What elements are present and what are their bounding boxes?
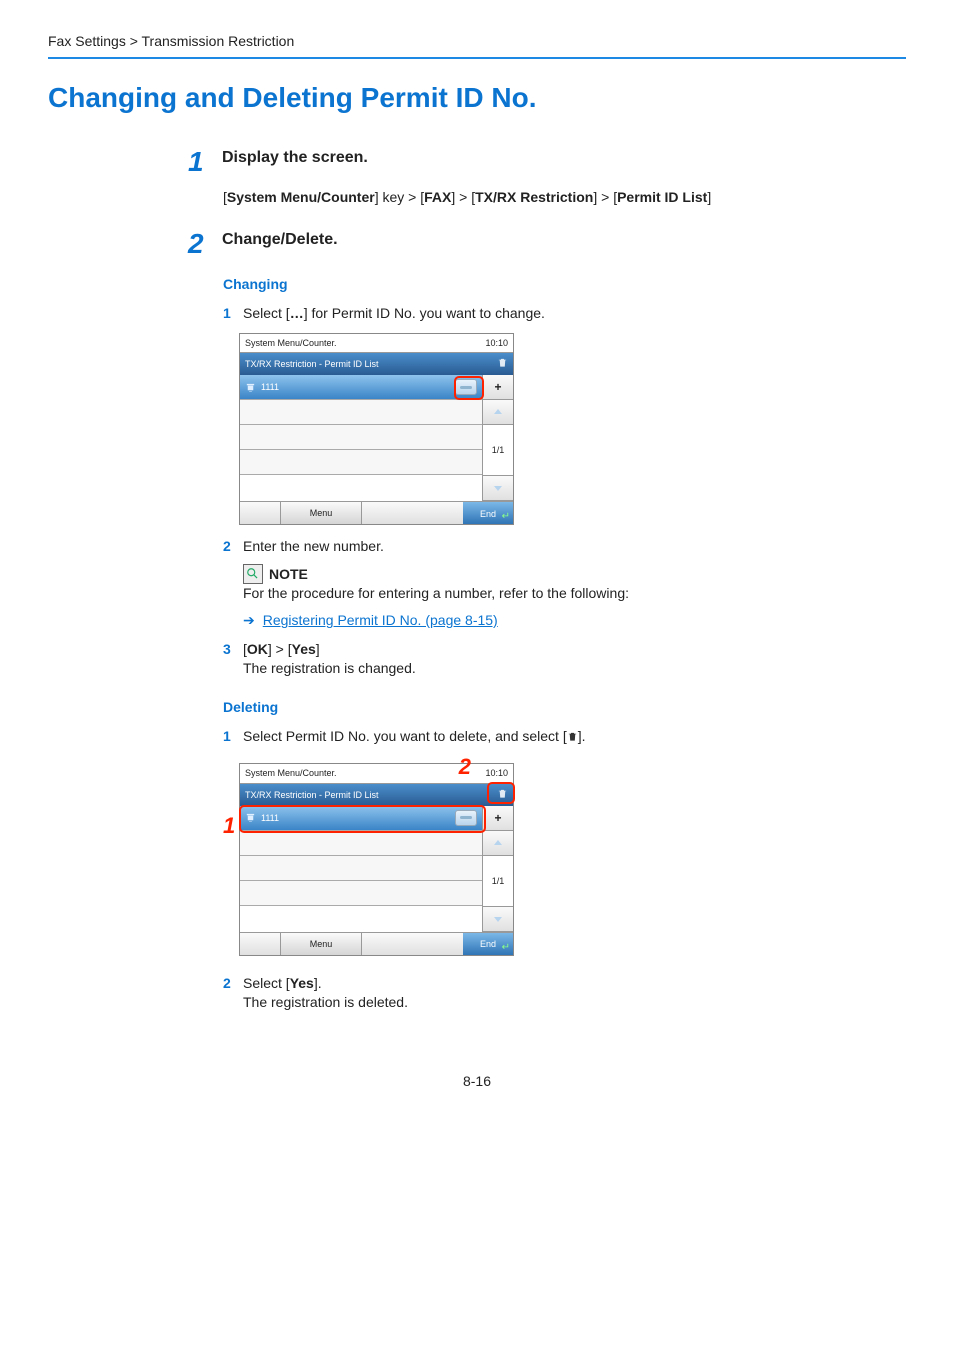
phone-icon	[245, 812, 256, 823]
page-number: 8-16	[48, 1072, 906, 1091]
deleting-sub-2-text: Select [Yes]. The registration is delete…	[243, 974, 408, 1012]
breadcrumb: Fax Settings > Transmission Restriction	[48, 32, 906, 59]
end-button[interactable]: End ↵	[463, 933, 513, 955]
scroll-up-button[interactable]	[483, 831, 513, 856]
deleting-heading: Deleting	[223, 698, 906, 717]
page-title: Changing and Deleting Permit ID No.	[48, 79, 906, 117]
nav-path: [System Menu/Counter] key > [FAX] > [TX/…	[223, 188, 906, 207]
scroll-down-button[interactable]	[483, 476, 513, 501]
reference-link[interactable]: Registering Permit ID No. (page 8-15)	[263, 611, 498, 630]
deleting-sub-1-num: 1	[223, 727, 243, 748]
note-icon	[243, 564, 263, 584]
ellipsis-button[interactable]	[455, 810, 477, 826]
step-number-1: 1	[188, 143, 222, 181]
trash-icon[interactable]	[497, 787, 508, 803]
scroll-up-button[interactable]	[483, 400, 513, 425]
phone-icon	[245, 382, 256, 393]
callout-1: 1	[223, 815, 235, 837]
changing-heading: Changing	[223, 275, 906, 294]
changing-sub-3-num: 3	[223, 640, 243, 678]
add-button[interactable]: +	[483, 375, 513, 400]
ss-time: 10:10	[485, 337, 508, 349]
callout-2: 2	[459, 756, 471, 778]
deleting-sub-1-text: Select Permit ID No. you want to delete,…	[243, 727, 586, 748]
reference-arrow-icon: ➔	[243, 611, 255, 630]
changing-sub-1-text: Select […] for Permit ID No. you want to…	[243, 304, 545, 323]
screenshot-changing: System Menu/Counter. 10:10 TX/RX Restric…	[239, 333, 514, 525]
ss-title: System Menu/Counter.	[245, 767, 337, 779]
list-item-empty	[240, 400, 482, 425]
ss-title: System Menu/Counter.	[245, 337, 337, 349]
list-item-label: 1111	[261, 381, 279, 393]
end-button[interactable]: End ↵	[463, 502, 513, 524]
list-item-label: 1111	[261, 812, 279, 824]
changing-sub-1-num: 1	[223, 304, 243, 323]
scroll-down-button[interactable]	[483, 907, 513, 932]
note-label: NOTE	[269, 565, 308, 584]
ss-header-text: TX/RX Restriction - Permit ID List	[245, 789, 379, 801]
list-item-empty	[240, 425, 482, 450]
add-button[interactable]: +	[483, 806, 513, 831]
step-number-2: 2	[188, 225, 222, 263]
list-item[interactable]: 1111	[240, 806, 482, 831]
changing-sub-3-text: [OK] > [Yes] The registration is changed…	[243, 640, 416, 678]
list-item[interactable]: 1111	[240, 375, 482, 400]
changing-sub-2-num: 2	[223, 537, 243, 556]
page-indicator: 1/1	[483, 425, 513, 476]
list-item-empty	[240, 856, 482, 881]
menu-button[interactable]: Menu	[281, 502, 362, 524]
ss-time: 10:10	[485, 767, 508, 779]
menu-button[interactable]: Menu	[281, 933, 362, 955]
page-indicator: 1/1	[483, 856, 513, 907]
changing-sub-2-text: Enter the new number.	[243, 537, 384, 556]
list-item-empty	[240, 831, 482, 856]
trash-icon[interactable]	[497, 356, 508, 372]
step-1-title: Display the screen.	[222, 147, 368, 169]
enter-icon: ↵	[502, 943, 510, 953]
enter-icon: ↵	[502, 512, 510, 522]
trash-icon	[567, 729, 578, 748]
ss-header-text: TX/RX Restriction - Permit ID List	[245, 358, 379, 370]
deleting-sub-2-num: 2	[223, 974, 243, 1012]
list-item-empty	[240, 881, 482, 906]
screenshot-deleting: 2 System Menu/Counter. 10:10 TX/RX Restr…	[239, 763, 514, 955]
ellipsis-button[interactable]	[455, 379, 477, 395]
step-2-title: Change/Delete.	[222, 229, 338, 251]
list-item-empty	[240, 450, 482, 475]
note-text: For the procedure for entering a number,…	[243, 584, 906, 603]
